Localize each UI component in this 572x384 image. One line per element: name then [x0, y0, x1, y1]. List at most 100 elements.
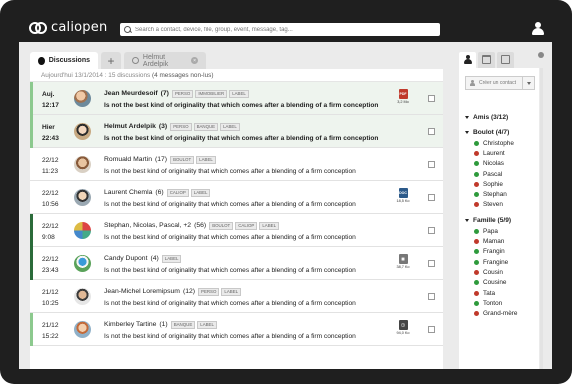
tag-badge[interactable]: BANQUE: [193, 122, 219, 131]
contact-item[interactable]: Maman: [465, 236, 537, 246]
discussion-row[interactable]: 22/12 23:43 Candy Dupont (4) LABEL Is not …: [30, 247, 443, 280]
tag-badge[interactable]: LABEL: [220, 122, 240, 131]
status-bar: [30, 247, 33, 280]
participant-name[interactable]: Kimberley Tartine: [104, 321, 156, 328]
avatar[interactable]: [74, 255, 91, 272]
discussion-row[interactable]: Hier 22:43 Helmut Ardelpik (3) PERSO BANQU…: [30, 115, 443, 148]
avatar[interactable]: [74, 123, 91, 140]
contact-item[interactable]: Cousin: [465, 267, 537, 277]
attachment[interactable]: ◳ 94,0 Ko: [395, 320, 411, 335]
contact-name: Pascal: [483, 170, 503, 178]
top-bar: caliopen: [19, 14, 552, 42]
participant-name[interactable]: Laurent Chemla: [104, 189, 152, 196]
contact-item[interactable]: Pascal: [465, 169, 537, 179]
contact-item[interactable]: Frangin: [465, 247, 537, 257]
avatar[interactable]: [74, 189, 91, 206]
tab-helmut-ardelpik[interactable]: Helmut Ardelpik ×: [124, 52, 206, 69]
new-tab-button[interactable]: +: [101, 52, 121, 69]
tag-badge[interactable]: LABEL: [161, 254, 182, 263]
tab-inbox[interactable]: [497, 52, 514, 68]
contact-item[interactable]: Tonton: [465, 298, 537, 308]
search-icon[interactable]: [124, 26, 131, 33]
attachment[interactable]: DOC 18,5 Ko: [395, 188, 411, 203]
tag-badge[interactable]: BANQUE: [170, 320, 196, 329]
status-bar: [30, 115, 33, 148]
presence-status-icon: [474, 259, 479, 265]
create-contact-button[interactable]: Créer un contact: [465, 76, 523, 90]
tag-badge[interactable]: LABEL: [229, 89, 249, 98]
tab-discussions[interactable]: Discussions: [30, 52, 98, 69]
attachment[interactable]: ▦ 38,7 Ko: [395, 254, 411, 269]
contact-item[interactable]: Sophie: [465, 179, 537, 189]
contact-item[interactable]: Frangine: [465, 257, 537, 267]
discussion-row[interactable]: 22/12 10:56 Laurent Chemla (6) CALIOP LABE…: [30, 181, 443, 214]
discussion-row[interactable]: 22/12 9:08 Stephan, Nicolas, Pascal, +2 …: [30, 214, 443, 247]
tag-badge[interactable]: PERSO: [171, 89, 194, 98]
search-bar[interactable]: [120, 23, 440, 36]
contact-item[interactable]: Stephan: [465, 189, 537, 199]
contacts-scrollbar[interactable]: [540, 68, 543, 369]
participant-name[interactable]: Candy Dupont: [104, 255, 147, 262]
discussion-row[interactable]: 21/12 10:25 Jean-Michel Loremipsum (12) P…: [30, 280, 443, 313]
discussion-row[interactable]: 22/12 11:23 Romuald Martin (17) BOULOT LAB…: [30, 148, 443, 181]
select-checkbox[interactable]: [428, 95, 435, 102]
close-tab-icon[interactable]: ×: [191, 57, 198, 64]
tag-badge[interactable]: LABEL: [259, 221, 280, 230]
contact-item[interactable]: Grand-mère: [465, 308, 537, 318]
avatar[interactable]: [74, 321, 91, 338]
tag-badge[interactable]: BOULOT: [209, 221, 234, 230]
select-checkbox[interactable]: [428, 293, 435, 300]
contact-item[interactable]: Papa: [465, 226, 537, 236]
tag-badge[interactable]: LABEL: [221, 287, 242, 296]
contact-item[interactable]: Laurent: [465, 148, 537, 158]
avatar[interactable]: [74, 156, 91, 173]
select-checkbox[interactable]: [428, 326, 435, 333]
discussion-row[interactable]: 21/12 15:22 Kimberley Tartine (1) BANQUE L…: [30, 313, 443, 346]
group-header[interactable]: Amis (3/12): [465, 113, 537, 122]
discussion-row[interactable]: Auj. 12:17 Jean Meurdesoif (7) PERSO IMMOB…: [30, 82, 443, 115]
select-checkbox[interactable]: [428, 194, 435, 201]
message-snippet: Is not the best kind of originality that…: [104, 267, 356, 274]
message-count: (7): [160, 90, 169, 97]
tag-badge[interactable]: PERSO: [198, 287, 220, 296]
contact-item[interactable]: Cousine: [465, 278, 537, 288]
attachment[interactable]: PDF 3,2 Mo: [395, 89, 411, 104]
participant-name[interactable]: Helmut Ardelpik: [104, 123, 156, 130]
contact-item[interactable]: Steven: [465, 200, 537, 210]
tag-badge[interactable]: LABEL: [190, 188, 211, 197]
select-checkbox[interactable]: [428, 227, 435, 234]
logo-icon: [29, 20, 48, 35]
select-checkbox[interactable]: [428, 128, 435, 135]
tag-badge[interactable]: LABEL: [196, 155, 216, 164]
participant-name[interactable]: Jean-Michel Loremipsum: [104, 288, 180, 295]
participant-name[interactable]: Stephan, Nicolas, Pascal, +2: [104, 222, 191, 229]
presence-status-icon: [474, 181, 479, 187]
discussion-date: 22/12 23:43: [42, 254, 70, 276]
user-account-icon[interactable]: [532, 22, 544, 35]
group-header[interactable]: Boulot (4/7): [465, 128, 537, 137]
avatar[interactable]: [74, 288, 91, 305]
participant-name[interactable]: Romuald Martin: [104, 156, 152, 163]
select-checkbox[interactable]: [428, 161, 435, 168]
tag-badge[interactable]: CALIOP: [166, 188, 189, 197]
logo[interactable]: caliopen: [29, 20, 107, 35]
select-checkbox[interactable]: [428, 260, 435, 267]
tag-badge[interactable]: CALIOP: [235, 221, 258, 230]
tag-badge[interactable]: IMMOBILIER: [195, 89, 228, 98]
tag-badge[interactable]: PERSO: [170, 122, 192, 131]
participant-name[interactable]: Jean Meurdesoif: [104, 90, 158, 97]
avatar[interactable]: [74, 222, 91, 239]
contact-item[interactable]: Tata: [465, 288, 537, 298]
group-header[interactable]: Famille (5/9): [465, 216, 537, 225]
create-contact-dropdown[interactable]: [523, 76, 535, 90]
message-snippet: Is not the best kind of originality that…: [104, 102, 379, 109]
tag-badge[interactable]: BOULOT: [170, 155, 195, 164]
tag-badge[interactable]: LABEL: [197, 320, 217, 329]
avatar[interactable]: [74, 90, 91, 107]
contact-item[interactable]: Nicolas: [465, 159, 537, 169]
tab-contacts[interactable]: [459, 52, 476, 68]
contact-item[interactable]: Christophe: [465, 138, 537, 148]
panel-settings-icon[interactable]: [538, 52, 544, 58]
search-input[interactable]: [135, 26, 425, 33]
tab-calendar[interactable]: [478, 52, 495, 68]
